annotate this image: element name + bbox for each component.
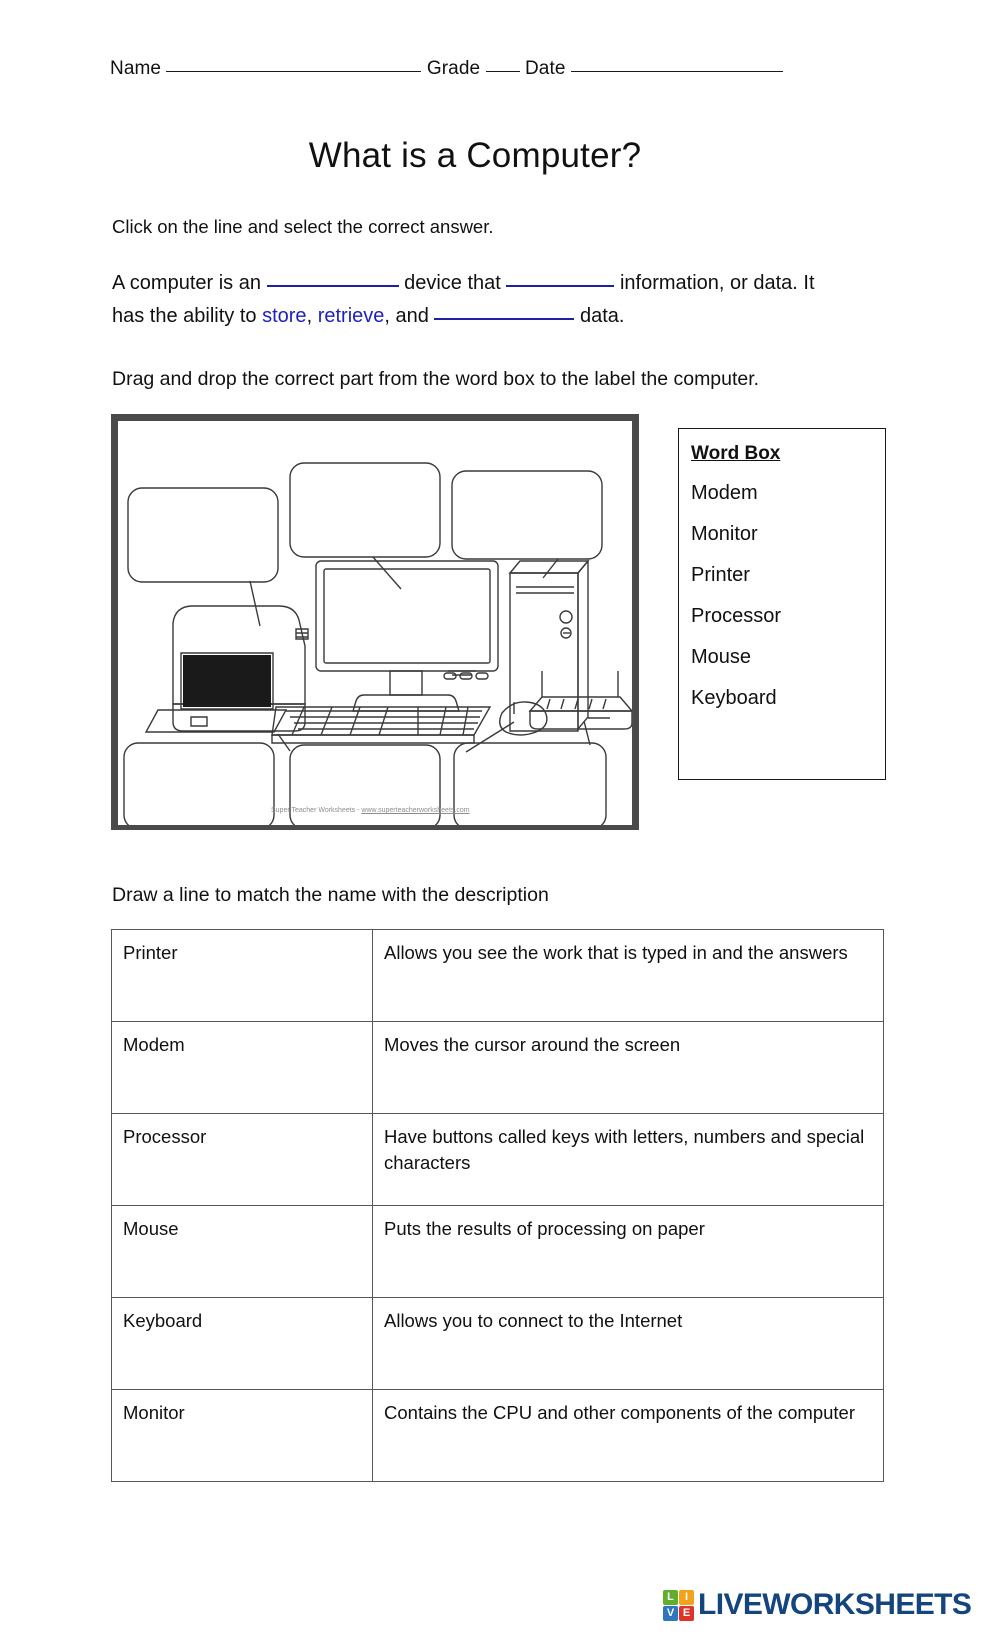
match-name-cell[interactable]: Processor	[111, 1113, 373, 1206]
match-description-cell[interactable]: Have buttons called keys with letters, n…	[372, 1113, 884, 1206]
table-row: Monitor Contains the CPU and other compo…	[111, 1389, 884, 1482]
word-box-item-processor[interactable]: Processor	[691, 605, 885, 628]
cloze-link-store[interactable]: store	[262, 305, 306, 327]
match-name-cell[interactable]: Mouse	[111, 1205, 373, 1298]
match-description-cell[interactable]: Contains the CPU and other components of…	[372, 1389, 884, 1482]
cloze-blank-3[interactable]	[434, 299, 575, 320]
table-row: Mouse Puts the results of processing on …	[111, 1205, 884, 1298]
grade-input[interactable]	[485, 71, 520, 72]
cloze-paragraph: A computer is an device that information…	[112, 266, 842, 332]
matching-table: Printer Allows you see the work that is …	[111, 929, 884, 1482]
match-name-cell[interactable]: Monitor	[111, 1389, 373, 1482]
logo-wordmark: LIVEWORKSHEETS	[698, 1588, 972, 1621]
credit-link[interactable]: www.superteacherworksheets.com	[361, 807, 469, 814]
word-box: Word Box Modem Monitor Printer Processor…	[678, 428, 886, 780]
grade-label: Grade	[426, 58, 481, 79]
match-name-cell[interactable]: Modem	[111, 1021, 373, 1114]
printer-illustration	[144, 605, 309, 733]
page-title: What is a Computer?	[308, 136, 642, 175]
match-description-cell[interactable]: Allows you see the work that is typed in…	[372, 929, 884, 1022]
table-row: Printer Allows you see the work that is …	[111, 929, 884, 1022]
leader-monitor	[372, 556, 402, 590]
word-box-item-mouse[interactable]: Mouse	[691, 646, 885, 669]
cloze-link-retrieve[interactable]: retrieve	[318, 305, 385, 327]
word-box-item-keyboard[interactable]: Keyboard	[691, 687, 885, 710]
logo-tile-v: V	[663, 1605, 678, 1621]
word-box-item-modem[interactable]: Modem	[691, 482, 885, 505]
diagram-border-left	[111, 414, 118, 830]
section1-instruction: Click on the line and select the correct…	[112, 216, 494, 237]
logo-tile-e: E	[679, 1605, 694, 1621]
worksheet-page: Name Grade Date What is a Computer? Clic…	[0, 0, 1000, 1643]
cloze-sep-1: ,	[306, 305, 313, 327]
callout-keyboard[interactable]	[123, 742, 275, 825]
callout-printer[interactable]	[127, 487, 279, 583]
liveworksheets-tiles-icon: L I V E	[663, 1589, 694, 1621]
computer-line-art	[123, 462, 632, 825]
date-input[interactable]	[570, 71, 783, 72]
mouse-illustration	[499, 701, 548, 736]
logo-tile-l: L	[663, 1589, 678, 1605]
section3-instruction: Draw a line to match the name with the d…	[112, 884, 549, 906]
diagram-border-bottom	[111, 825, 639, 830]
match-description-cell[interactable]: Allows you to connect to the Internet	[372, 1297, 884, 1390]
table-row: Processor Have buttons called keys with …	[111, 1113, 884, 1206]
cloze-text-1: A computer is an	[112, 272, 261, 294]
match-name-cell[interactable]: Printer	[111, 929, 373, 1022]
word-box-item-printer[interactable]: Printer	[691, 564, 885, 587]
credit-text: Super Teacher Worksheets -	[271, 807, 362, 814]
table-row: Modem Moves the cursor around the screen	[111, 1021, 884, 1114]
leader-modem	[583, 720, 591, 746]
callout-monitor[interactable]	[289, 462, 441, 558]
modem-illustration	[528, 671, 632, 730]
diagram-border-right	[632, 414, 639, 830]
word-box-item-monitor[interactable]: Monitor	[691, 523, 885, 546]
name-label: Name	[110, 58, 162, 79]
cloze-blank-2[interactable]	[506, 266, 615, 287]
cloze-text-4: data.	[580, 305, 625, 327]
cloze-sep-2: , and	[384, 305, 429, 327]
name-input[interactable]	[166, 71, 422, 72]
match-name-cell[interactable]: Keyboard	[111, 1297, 373, 1390]
match-description-cell[interactable]: Puts the results of processing on paper	[372, 1205, 884, 1298]
liveworksheets-logo[interactable]: L I V E LIVEWORKSHEETS	[663, 1588, 972, 1622]
match-description-cell[interactable]: Moves the cursor around the screen	[372, 1021, 884, 1114]
leader-processor	[542, 558, 559, 579]
leader-printer	[249, 580, 261, 627]
callout-modem[interactable]	[453, 742, 607, 825]
logo-tile-i: I	[679, 1589, 694, 1605]
student-info-bar: Name Grade Date	[110, 58, 850, 80]
date-label: Date	[524, 58, 566, 79]
callout-processor[interactable]	[451, 470, 603, 560]
diagram-credit: Super Teacher Worksheets - www.superteac…	[271, 807, 470, 814]
word-box-title: Word Box	[691, 443, 781, 464]
computer-diagram-panel: Super Teacher Worksheets - www.superteac…	[111, 414, 639, 830]
diagram-border-top	[111, 414, 639, 421]
monitor-illustration	[315, 560, 499, 712]
table-row: Keyboard Allows you to connect to the In…	[111, 1297, 884, 1390]
cloze-text-2: device that	[404, 272, 501, 294]
cloze-blank-1[interactable]	[266, 266, 399, 287]
section2-instruction: Drag and drop the correct part from the …	[112, 368, 760, 390]
